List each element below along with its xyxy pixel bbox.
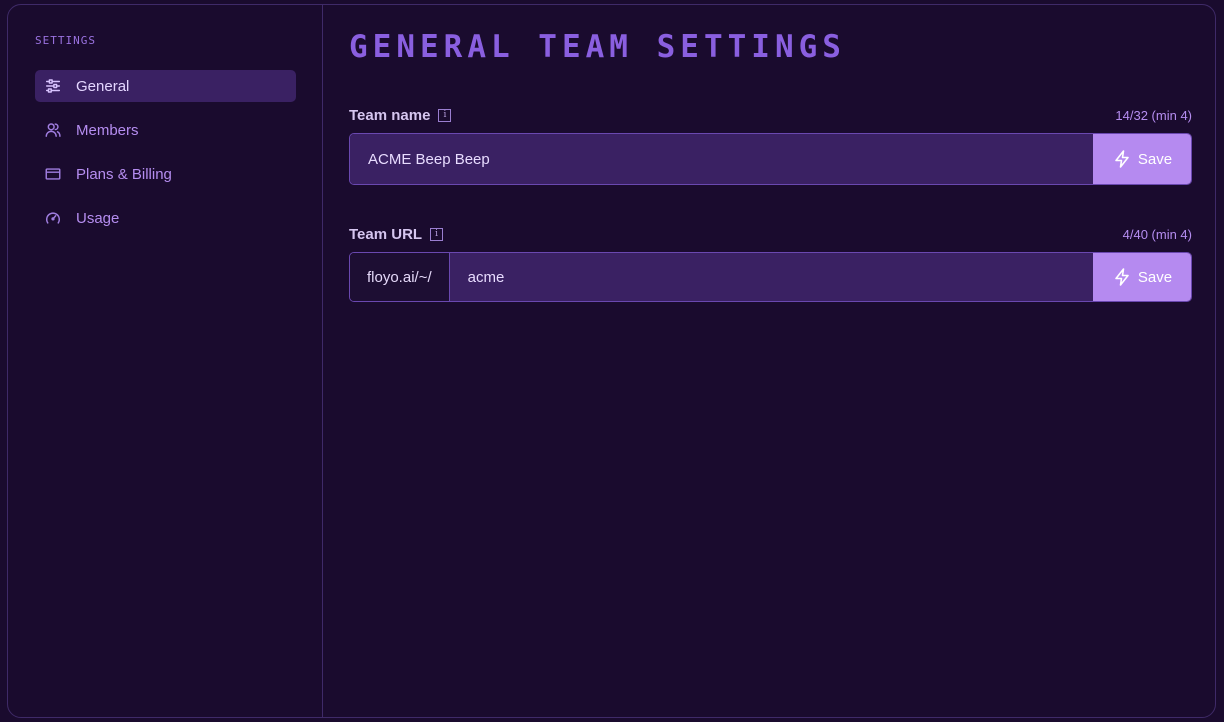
- url-prefix: floyo.ai/~/: [350, 253, 450, 301]
- sidebar: SETTINGS General Members Plans & Billing…: [8, 5, 323, 717]
- team-url-input[interactable]: [449, 253, 1093, 301]
- info-icon[interactable]: i: [438, 108, 452, 122]
- sidebar-item-general[interactable]: General: [35, 70, 296, 102]
- save-label: Save: [1137, 150, 1173, 168]
- sliders-icon: [43, 76, 63, 96]
- settings-window: SETTINGS General Members Plans & Billing…: [7, 4, 1216, 718]
- sidebar-item-label: Members: [76, 121, 139, 139]
- field-header: Team URL i 4/40 (min 4): [349, 224, 1192, 244]
- field-label-group: Team URL i: [349, 225, 444, 243]
- sidebar-heading: SETTINGS: [35, 34, 96, 47]
- main-content: GENERAL TEAM SETTINGS Team name i 14/32 …: [323, 5, 1215, 717]
- gauge-icon: [43, 208, 63, 228]
- team-name-input-group: Save: [349, 133, 1192, 185]
- character-counter: 14/32 (min 4): [1115, 107, 1192, 123]
- team-url-section: Team URL i 4/40 (min 4) floyo.ai/~/ Save: [349, 224, 1192, 302]
- team-name-section: Team name i 14/32 (min 4) Save: [349, 105, 1192, 185]
- credit-card-icon: [43, 164, 63, 184]
- page-title: GENERAL TEAM SETTINGS: [349, 29, 846, 65]
- lightning-icon: [1112, 149, 1132, 169]
- users-icon: [43, 120, 63, 140]
- team-name-label: Team name: [349, 106, 431, 124]
- sidebar-item-members[interactable]: Members: [35, 114, 296, 146]
- sidebar-nav: General Members Plans & Billing Usage: [35, 70, 296, 246]
- save-team-name-button[interactable]: Save: [1093, 134, 1191, 184]
- sidebar-item-label: Plans & Billing: [76, 165, 172, 183]
- character-counter: 4/40 (min 4): [1122, 226, 1192, 242]
- save-team-url-button[interactable]: Save: [1093, 253, 1191, 301]
- info-icon[interactable]: i: [430, 227, 444, 241]
- sidebar-item-label: General: [76, 77, 130, 95]
- team-url-label: Team URL: [349, 225, 423, 243]
- sidebar-item-usage[interactable]: Usage: [35, 202, 296, 234]
- team-url-input-group: floyo.ai/~/ Save: [349, 252, 1192, 302]
- sidebar-item-label: Usage: [76, 209, 120, 227]
- sidebar-item-plans-billing[interactable]: Plans & Billing: [35, 158, 296, 190]
- field-header: Team name i 14/32 (min 4): [349, 105, 1192, 125]
- lightning-icon: [1112, 267, 1132, 287]
- team-name-input[interactable]: [350, 134, 1093, 184]
- field-label-group: Team name i: [349, 106, 452, 124]
- save-label: Save: [1137, 268, 1173, 286]
